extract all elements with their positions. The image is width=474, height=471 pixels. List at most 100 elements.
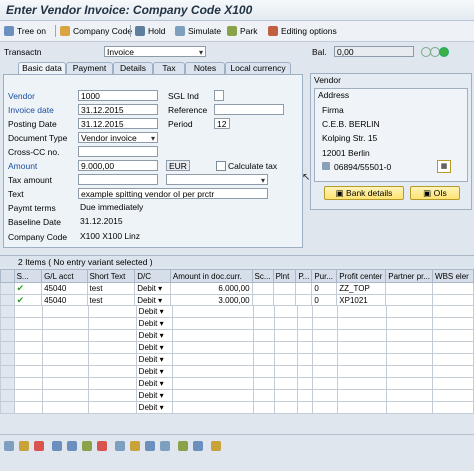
gl-acct-cell[interactable]: 45040 [41, 282, 88, 295]
profit-center-cell[interactable]: ZZ_TOP [336, 282, 387, 295]
dc-cell[interactable]: Debit ▾ [135, 317, 173, 330]
items-table-empty-rows: Debit ▾ Debit ▾ Debit ▾ Debit ▾ Debit ▾ Debit… [0, 305, 474, 414]
amount-label: Amount [8, 161, 38, 171]
row-selector[interactable] [0, 329, 15, 342]
delete-row-icon[interactable] [34, 441, 44, 451]
layout-icon[interactable] [193, 441, 203, 451]
table-header-row: S... G/L acct Short Text D/C Amount in d… [0, 269, 474, 283]
dc-cell[interactable]: Debit ▾ [135, 341, 173, 354]
row-selector[interactable] [0, 282, 15, 295]
row-selector[interactable] [0, 305, 15, 318]
dc-cell[interactable]: Debit ▾ [135, 329, 173, 342]
cross-cc-input[interactable] [78, 146, 158, 157]
table-row[interactable]: Debit ▾ [0, 377, 474, 390]
column-header-short-text[interactable]: Short Text [86, 269, 136, 283]
column-header-plnt[interactable]: Plnt [272, 269, 297, 283]
row-selector[interactable] [0, 401, 15, 414]
calculate-tax-checkbox[interactable] [216, 161, 226, 171]
text-input[interactable]: example spitting vendor oI per prctr [78, 188, 268, 199]
row-selector[interactable] [0, 389, 15, 402]
short-text-cell[interactable]: test [86, 282, 136, 295]
filter-icon[interactable] [130, 441, 140, 451]
vendor-input[interactable]: 1000 [78, 90, 158, 101]
invoice-date-input[interactable]: 31.12.2015 [78, 104, 158, 115]
application-toolbar: Tree on Company Code Hold Simulate Park … [0, 21, 474, 42]
export-icon[interactable] [178, 441, 188, 451]
cut-icon[interactable] [97, 441, 107, 451]
column-header-amount[interactable]: Amount in doc.curr. [169, 269, 253, 283]
pur-cell[interactable]: 0 [311, 282, 338, 295]
help-icon[interactable] [211, 441, 221, 451]
row-selector[interactable] [0, 365, 15, 378]
row-selector[interactable] [0, 341, 15, 354]
column-header-profit-center[interactable]: Profit center [336, 269, 387, 283]
column-header-wbs[interactable]: WBS eler [432, 269, 474, 283]
table-row[interactable]: Debit ▾ [0, 317, 474, 330]
table-row[interactable]: Debit ▾ [0, 305, 474, 318]
address-title: Address [318, 90, 350, 100]
balance-label: Bal. [312, 47, 327, 57]
row-selector-header[interactable] [0, 269, 15, 283]
table-row[interactable]: Debit ▾ [0, 365, 474, 378]
tab-notes[interactable]: Notes [185, 62, 225, 74]
select-all-icon[interactable] [19, 441, 29, 451]
tree-on-button[interactable]: Tree on [4, 24, 46, 38]
dc-cell[interactable]: Debit ▾ [135, 401, 173, 414]
table-row[interactable]: Debit ▾ [0, 401, 474, 414]
tab-local-currency[interactable]: Local currency [225, 62, 291, 74]
paste-row-icon[interactable] [82, 441, 92, 451]
dc-cell[interactable]: Debit ▾ [134, 282, 171, 295]
dc-cell[interactable]: Debit ▾ [135, 389, 173, 402]
tab-payment[interactable]: Payment [66, 62, 113, 74]
tax-amount-input[interactable] [78, 174, 158, 185]
tab-tax[interactable]: Tax [153, 62, 185, 74]
document-type-select[interactable]: Vendor invoice [78, 132, 158, 143]
row-selector[interactable] [0, 353, 15, 366]
subtotal-icon[interactable] [160, 441, 170, 451]
tax-code-select[interactable] [166, 174, 268, 185]
transaction-select[interactable]: Invoice [104, 46, 206, 57]
tab-details[interactable]: Details [113, 62, 153, 74]
display-vendor-icon[interactable]: ▦ [437, 160, 451, 173]
park-button[interactable]: Park [227, 24, 257, 38]
dc-cell[interactable]: Debit ▾ [135, 353, 173, 366]
period-input[interactable]: 12 [214, 118, 230, 129]
baseline-date-label: Baseline Date [8, 217, 61, 227]
details-icon[interactable] [4, 441, 14, 451]
copy-row-icon[interactable] [67, 441, 77, 451]
amount-input[interactable]: 9.000,00 [78, 160, 158, 171]
table-row[interactable]: Debit ▾ [0, 353, 474, 366]
column-header-partner[interactable]: Partner pr... [385, 269, 434, 283]
column-header-dc[interactable]: D/C [134, 269, 171, 283]
ois-button[interactable]: ▣ OIs [410, 186, 460, 200]
column-header-sc[interactable]: Sc... [251, 269, 274, 283]
bank-details-button[interactable]: ▣ Bank details [324, 186, 404, 200]
dc-cell[interactable]: Debit ▾ [135, 377, 173, 390]
column-header-status[interactable]: S... [13, 269, 43, 283]
table-row[interactable]: Debit ▾ [0, 341, 474, 354]
dc-cell[interactable]: Debit ▾ [135, 365, 173, 378]
column-header-p[interactable]: P... [295, 269, 313, 283]
sort-icon[interactable] [115, 441, 125, 451]
row-selector[interactable] [0, 317, 15, 330]
insert-row-icon[interactable] [52, 441, 62, 451]
sgl-ind-input[interactable] [214, 90, 224, 101]
row-selector[interactable] [0, 377, 15, 390]
hold-button[interactable]: Hold [135, 24, 165, 38]
amount-cell[interactable]: 6.000,00 [169, 282, 253, 295]
posting-date-input[interactable]: 31.12.2015 [78, 118, 158, 129]
items-table: S... G/L acct Short Text D/C Amount in d… [0, 269, 474, 307]
editing-options-button[interactable]: Editing options [268, 24, 337, 38]
column-header-gl-acct[interactable]: G/L acct [41, 269, 88, 283]
table-row[interactable]: ✔ 45040 test Debit ▾ 6.000,00 0 ZZ_TOP [0, 282, 474, 295]
cross-cc-label: Cross-CC no. [8, 147, 60, 157]
company-code-button[interactable]: Company Code [60, 24, 132, 38]
column-header-pur[interactable]: Pur... [311, 269, 338, 283]
table-row[interactable]: Debit ▾ [0, 389, 474, 402]
dc-cell[interactable]: Debit ▾ [135, 305, 173, 318]
table-row[interactable]: Debit ▾ [0, 329, 474, 342]
reference-input[interactable] [214, 104, 284, 115]
sum-icon[interactable] [145, 441, 155, 451]
simulate-button[interactable]: Simulate [175, 24, 221, 38]
paymt-terms-label: Paymt terms [8, 203, 56, 213]
